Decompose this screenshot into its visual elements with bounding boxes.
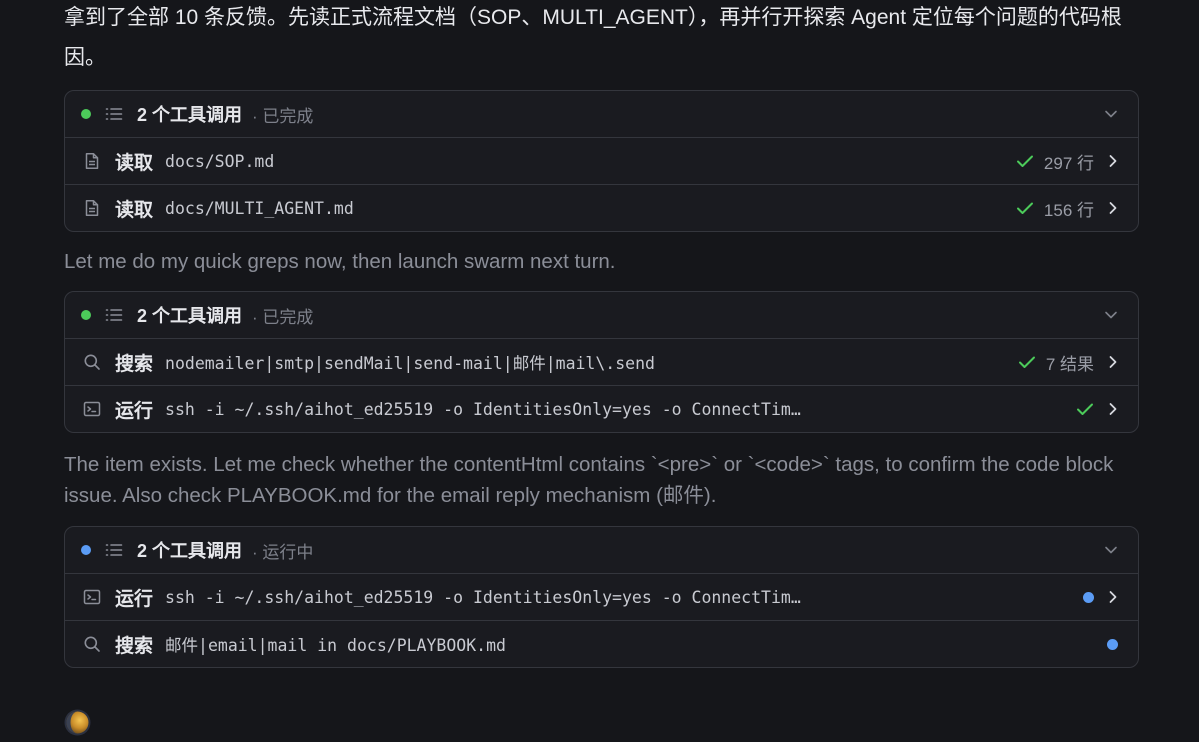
status-dot-done: [81, 109, 91, 119]
status-dot-running: [81, 545, 91, 555]
check-icon: [1018, 356, 1035, 368]
tool-call-row[interactable]: 运行 ssh -i ~/.ssh/aihot_ed25519 -o Identi…: [65, 573, 1138, 620]
search-icon: [84, 636, 100, 652]
tool-argument: 邮件|email|mail in docs/PLAYBOOK.md: [165, 636, 506, 655]
tool-call-row[interactable]: 搜索 邮件|email|mail in docs/PLAYBOOK.md: [65, 620, 1138, 667]
tool-argument: nodemailer|smtp|sendMail|send-mail|邮件|ma…: [165, 354, 655, 373]
chevron-right-icon[interactable]: [1108, 355, 1118, 369]
chevron-down-icon[interactable]: [1104, 107, 1118, 121]
running-indicator: [1107, 638, 1118, 650]
assistant-note: The item exists. Let me check whether th…: [64, 453, 1114, 507]
result-count: 156 行: [1043, 200, 1094, 220]
group-status: · 运行中: [252, 542, 314, 562]
tool-call-group-2: 2 个工具调用 · 已完成 搜索 nodemailer|smtp|sendMai…: [64, 291, 1139, 433]
tool-argument: docs/MULTI_AGENT.md: [165, 198, 354, 218]
document-icon: [85, 200, 99, 216]
tool-call-row[interactable]: 搜索 nodemailer|smtp|sendMail|send-mail|邮件…: [65, 338, 1138, 385]
result-count: 297 行: [1043, 153, 1094, 173]
terminal-icon: [83, 589, 101, 605]
group-title: 2 个工具调用: [137, 105, 243, 125]
tool-verb: 运行: [115, 588, 154, 610]
tool-call-row[interactable]: 读取 docs/MULTI_AGENT.md 156 行: [65, 184, 1138, 231]
tool-verb: 读取: [115, 152, 154, 174]
group-title: 2 个工具调用: [137, 541, 243, 561]
tool-verb: 读取: [115, 199, 154, 221]
chevron-right-icon[interactable]: [1108, 402, 1118, 416]
group-status: · 已完成: [252, 106, 314, 126]
check-icon: [1016, 155, 1033, 167]
assistant-note: Let me do my quick greps now, then launc…: [64, 250, 616, 273]
tool-call-group-header[interactable]: 2 个工具调用 · 已完成: [65, 292, 1138, 338]
tool-argument: ssh -i ~/.ssh/aihot_ed25519 -o Identitie…: [165, 399, 801, 419]
list-icon: [105, 544, 123, 556]
search-icon: [84, 354, 100, 370]
tool-call-row[interactable]: 读取 docs/SOP.md 297 行: [65, 137, 1138, 184]
list-icon: [105, 309, 123, 321]
tool-call-row[interactable]: 运行 ssh -i ~/.ssh/aihot_ed25519 -o Identi…: [65, 385, 1138, 432]
chevron-right-icon[interactable]: [1108, 590, 1118, 604]
tool-call-group-header[interactable]: 2 个工具调用 · 已完成: [65, 91, 1138, 137]
tool-verb: 搜索: [115, 635, 154, 657]
result-count: 7 结果: [1045, 354, 1094, 374]
tool-verb: 搜索: [115, 353, 154, 375]
tool-argument: ssh -i ~/.ssh/aihot_ed25519 -o Identitie…: [165, 587, 801, 607]
tool-call-group-3: 2 个工具调用 · 运行中 运行 ssh -i ~/.ssh/aihot_ed2…: [64, 526, 1139, 668]
group-title: 2 个工具调用: [137, 306, 243, 326]
check-icon: [1016, 202, 1033, 214]
chevron-down-icon[interactable]: [1104, 308, 1118, 322]
tool-call-group-header[interactable]: 2 个工具调用 · 运行中: [65, 527, 1138, 573]
chevron-down-icon[interactable]: [1104, 543, 1118, 557]
tool-verb: 运行: [115, 400, 154, 422]
tool-call-group-1: 2 个工具调用 · 已完成 读取 docs/SOP.md 297 行 读取 do…: [64, 90, 1139, 232]
check-icon: [1077, 403, 1093, 415]
avatar: [64, 709, 91, 736]
running-indicator: [1083, 591, 1094, 603]
status-dot-done: [81, 310, 91, 320]
assistant-message-intro: 拿到了全部 10 条反馈。先读正式流程文档（SOP、MULTI_AGENT），再…: [64, 6, 1122, 69]
terminal-icon: [83, 401, 101, 417]
group-status: · 已完成: [252, 307, 314, 327]
tool-argument: docs/SOP.md: [165, 151, 275, 171]
list-icon: [105, 108, 123, 120]
chevron-right-icon[interactable]: [1108, 201, 1118, 215]
conversation-panel: 拿到了全部 10 条反馈。先读正式流程文档（SOP、MULTI_AGENT），再…: [64, 0, 1139, 668]
chevron-right-icon[interactable]: [1108, 154, 1118, 168]
document-icon: [85, 153, 99, 169]
